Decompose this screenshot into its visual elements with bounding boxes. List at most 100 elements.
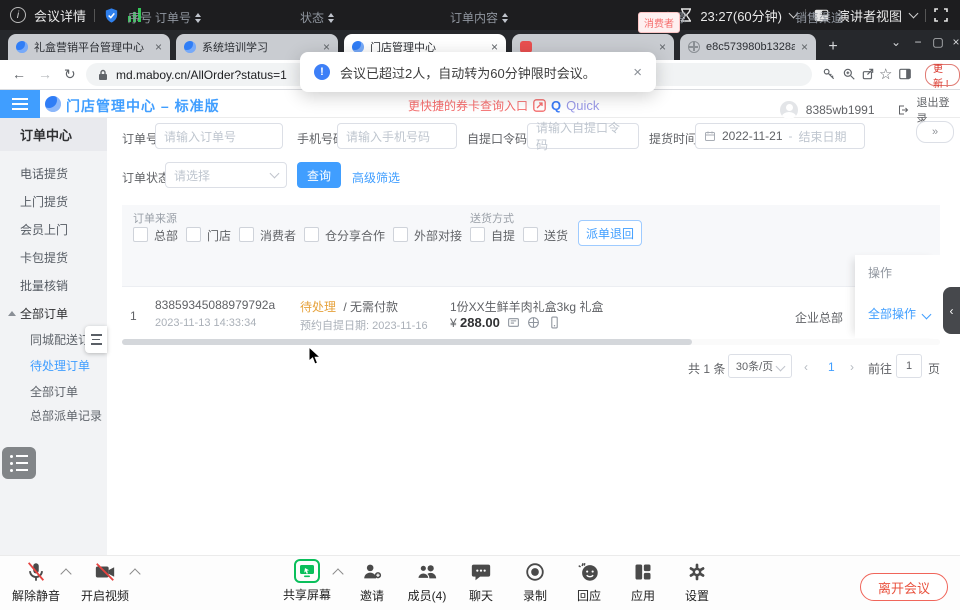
app-title: 门店管理中心 – 标准版 xyxy=(66,96,220,116)
table-horizontal-scrollbar[interactable] xyxy=(122,339,940,345)
checkbox-icon[interactable] xyxy=(470,227,485,242)
sidebar-subitem-pending-orders[interactable]: 待处理订单 xyxy=(0,352,107,378)
checkbox-icon[interactable] xyxy=(304,227,319,242)
prev-page-icon[interactable]: ‹ xyxy=(804,360,808,374)
checkbox-warehouse-share[interactable]: 仓分享合作 xyxy=(304,227,385,244)
collapse-filters-button[interactable]: » xyxy=(916,121,954,143)
coupon-icon[interactable] xyxy=(507,316,520,332)
settings-button[interactable]: 设置 xyxy=(665,558,729,604)
col-order-no[interactable]: 订单号 xyxy=(155,9,201,26)
row-action-dropdown[interactable]: 全部操作 xyxy=(868,305,930,322)
forward-icon[interactable]: → xyxy=(38,66,52,82)
tab-favicon xyxy=(184,41,196,53)
divider xyxy=(925,9,926,22)
tab-favicon xyxy=(688,41,700,53)
key-icon[interactable] xyxy=(822,67,836,84)
col-action: 操作 xyxy=(868,264,892,281)
sidebar-subitem-hq-dispatch-log[interactable]: 总部派单记录 xyxy=(0,402,107,428)
goto-page-input[interactable]: 1 xyxy=(896,354,922,378)
back-icon[interactable]: ← xyxy=(12,66,26,82)
col-content[interactable]: 订单内容 xyxy=(450,9,508,26)
order-no-input[interactable]: 请输入订单号 xyxy=(155,123,283,149)
current-page[interactable]: 1 xyxy=(828,360,835,374)
toast-close-icon[interactable]: × xyxy=(633,64,642,81)
checkbox-icon[interactable] xyxy=(393,227,408,242)
browser-tab[interactable]: 礼盒营销平台管理中心 × xyxy=(8,34,170,60)
sidebar-item-member-visit[interactable]: 会员上门 xyxy=(0,216,107,242)
checkbox-icon[interactable] xyxy=(186,227,201,242)
page-size-select[interactable]: 30条/页 xyxy=(728,354,792,378)
checkbox-consumer[interactable]: 消费者 xyxy=(239,227,296,244)
promo-link[interactable]: 更快捷的券卡查询入口 xyxy=(408,97,528,114)
status-pending: 待处理 xyxy=(300,300,336,314)
filter-order-no-label: 订单号 xyxy=(122,130,158,147)
meeting-timer: 23:27(60分钟) xyxy=(700,6,782,25)
sidebar-expand-handle[interactable] xyxy=(85,326,107,353)
meeting-info-icon[interactable]: i xyxy=(10,7,26,23)
sidebar-group-all-orders[interactable]: 全部订单 xyxy=(0,300,107,326)
new-tab-button[interactable]: + xyxy=(822,36,844,58)
share-screen-button[interactable]: 共享屏幕 xyxy=(275,557,339,603)
tab-close-icon[interactable]: × xyxy=(659,40,666,54)
sort-icon[interactable] xyxy=(328,13,334,23)
browser-update-button[interactable]: 更新 ! xyxy=(925,64,960,86)
meeting-details-label[interactable]: 会议详情 xyxy=(34,6,86,25)
meeting-panel-toggle[interactable]: ‹ xyxy=(943,287,960,334)
sidebar-item-card-pickup[interactable]: 卡包提货 xyxy=(0,244,107,270)
search-button[interactable]: 查询 xyxy=(297,162,341,188)
window-maximize-button[interactable]: ▢ xyxy=(928,35,948,49)
scrollbar-thumb[interactable] xyxy=(122,339,692,345)
bookmark-star-icon[interactable]: ☆ xyxy=(879,65,892,83)
start-video-button[interactable]: 开启视频 xyxy=(73,558,137,604)
placeholder: 请输入手机号码 xyxy=(346,128,430,145)
sidebar-item-phone-pickup[interactable]: 电话提货 xyxy=(0,160,107,186)
tab-close-icon[interactable]: × xyxy=(155,40,162,54)
menu-toggle-button[interactable] xyxy=(0,90,40,118)
checkbox-icon[interactable] xyxy=(133,227,148,242)
tab-title: 系统培训学习 xyxy=(202,39,317,55)
user-avatar[interactable] xyxy=(780,101,798,119)
checkbox-hq[interactable]: 总部 xyxy=(133,227,178,244)
checkbox-icon[interactable] xyxy=(523,227,538,242)
sidebar-subitem-all-orders[interactable]: 全部订单 xyxy=(0,378,107,404)
phone-input[interactable]: 请输入手机号码 xyxy=(337,123,457,149)
sidebar-item-label: 会员上门 xyxy=(20,221,68,238)
pickup-code-input[interactable]: 请输入自提口令码 xyxy=(527,123,639,149)
pickup-time-range-input[interactable]: 2022-11-21 - 结束日期 xyxy=(695,123,865,149)
reload-icon[interactable]: ↻ xyxy=(64,66,76,83)
next-page-icon[interactable]: › xyxy=(850,360,854,374)
sidebar-item-door-pickup[interactable]: 上门提货 xyxy=(0,188,107,214)
browser-tab[interactable]: e8c573980b1328a258fd2e6 × xyxy=(680,34,816,60)
zoom-icon[interactable] xyxy=(842,67,856,84)
checkbox-self-pickup[interactable]: 自提 xyxy=(470,227,515,244)
unmute-button[interactable]: 解除静音 xyxy=(4,558,68,604)
share-icon[interactable] xyxy=(861,67,875,84)
checkbox-store[interactable]: 门店 xyxy=(186,227,231,244)
tab-search-icon[interactable]: ⌄ xyxy=(886,35,906,49)
tab-close-icon[interactable]: × xyxy=(801,40,808,54)
gift-icon[interactable] xyxy=(527,316,540,332)
sort-icon[interactable] xyxy=(195,13,201,23)
quick-label[interactable]: Quick xyxy=(566,98,599,113)
advanced-filter-link[interactable]: 高级筛选 xyxy=(352,169,400,186)
checkbox-external[interactable]: 外部对接 xyxy=(393,227,462,244)
phone-icon[interactable] xyxy=(548,316,561,332)
checkbox-icon[interactable] xyxy=(239,227,254,242)
sort-icon[interactable] xyxy=(502,13,508,23)
fullscreen-icon[interactable] xyxy=(934,8,948,22)
view-mode-label[interactable]: 演讲者视图 xyxy=(837,6,902,25)
sidebar-item-label: 上门提货 xyxy=(20,193,68,210)
sidebar-item-batch-verify[interactable]: 批量核销 xyxy=(0,272,107,298)
window-minimize-button[interactable]: − xyxy=(908,35,928,49)
view-dropdown-icon[interactable] xyxy=(909,9,919,19)
floating-list-button[interactable] xyxy=(2,447,36,479)
order-status-select[interactable]: 请选择 xyxy=(165,162,287,188)
leave-meeting-button[interactable]: 离开会议 xyxy=(860,573,948,601)
security-shield-icon[interactable] xyxy=(103,7,120,24)
delivery-filter-title: 送货方式 xyxy=(470,210,514,226)
checkbox-delivery[interactable]: 送货 xyxy=(523,227,568,244)
dispatch-return-button[interactable]: 派单退回 xyxy=(578,220,642,246)
col-status[interactable]: 状态 xyxy=(300,9,334,26)
window-close-button[interactable]: × xyxy=(946,35,960,49)
sidebar-subitem-label: 待处理订单 xyxy=(30,357,90,374)
